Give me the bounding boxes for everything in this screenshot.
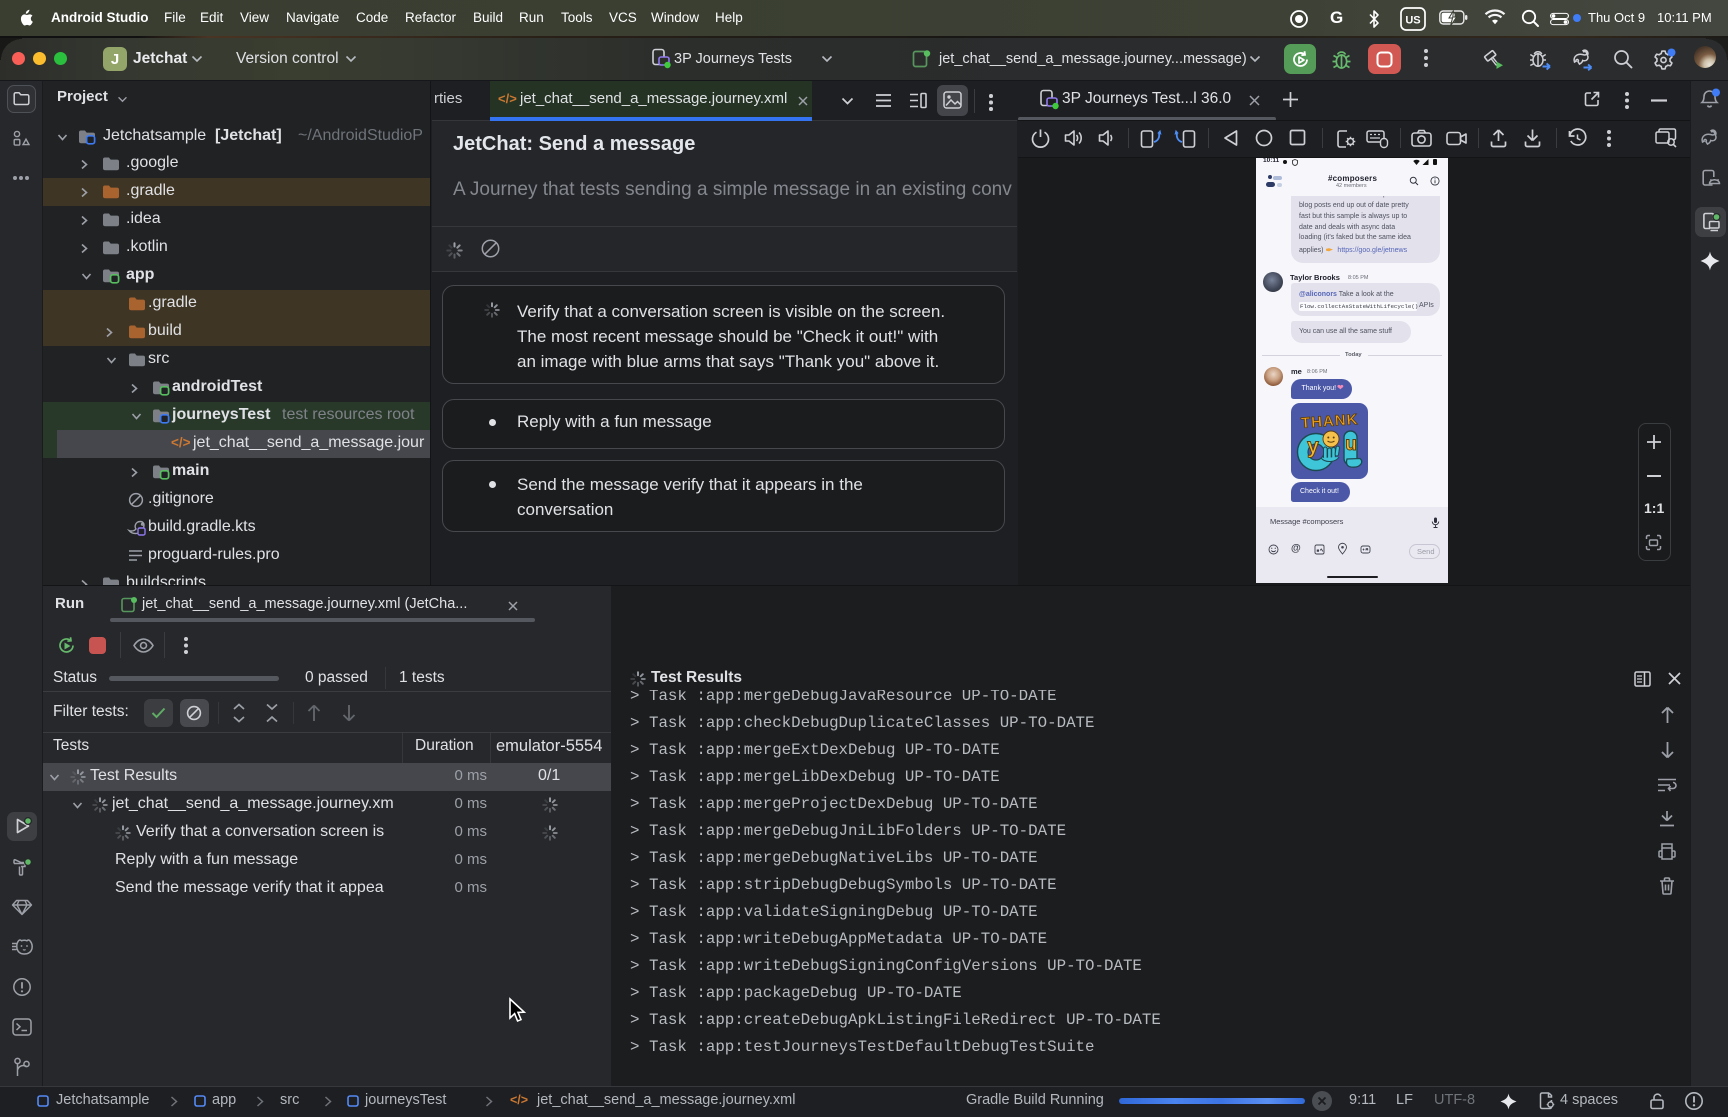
svg-text:y: y [1307,435,1319,458]
svg-text:u: u [1345,434,1357,455]
svg-text:US: US [1405,15,1420,27]
